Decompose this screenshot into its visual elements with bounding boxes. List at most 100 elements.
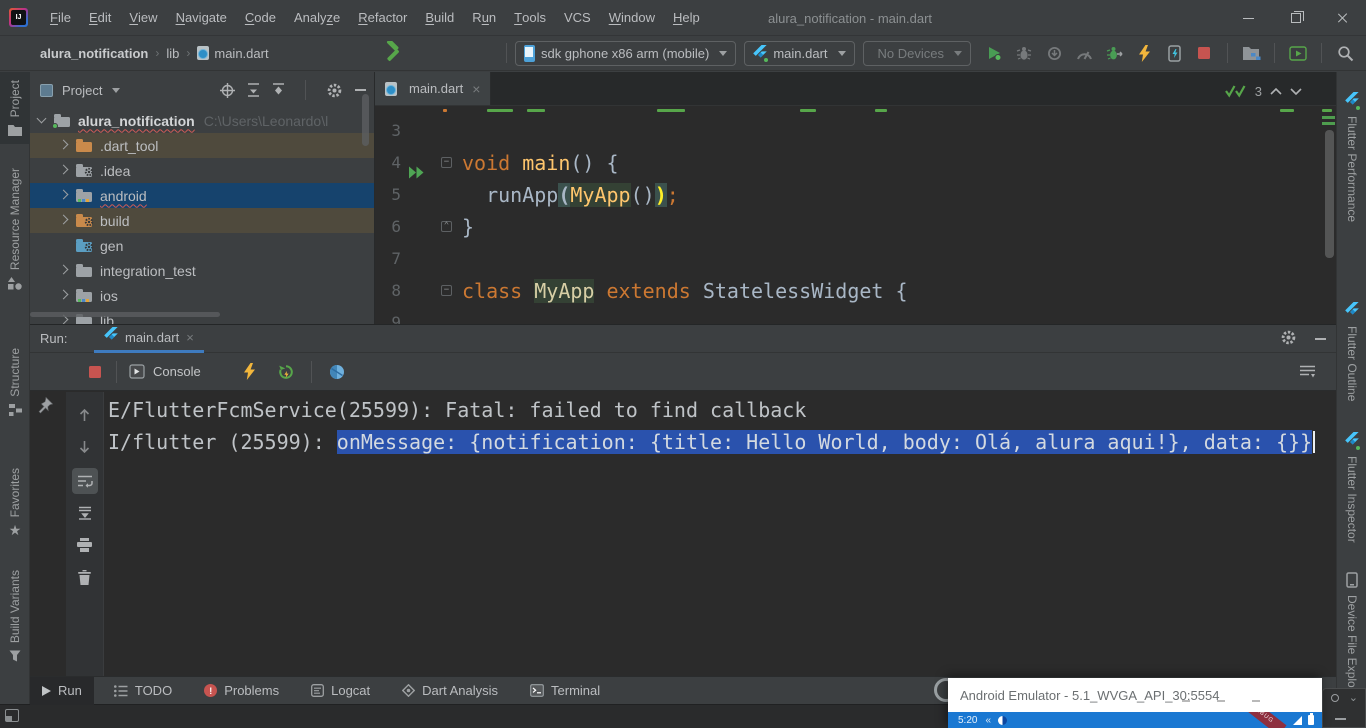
stripe-item-build-variants[interactable]: Build Variants — [0, 562, 30, 670]
menu-window[interactable]: Window — [600, 0, 664, 36]
tree-row-gen[interactable]: gen — [30, 233, 374, 258]
menu-help[interactable]: Help — [664, 0, 709, 36]
stripe-item-favorites[interactable]: Favorites★ — [0, 460, 30, 544]
settings-gear-icon[interactable] — [1280, 329, 1297, 349]
select-opened-file-button[interactable] — [220, 83, 235, 98]
editor-scrollbar[interactable] — [1325, 130, 1334, 258]
search-everywhere-button[interactable] — [1330, 38, 1360, 68]
android-emulator-window[interactable]: Android Emulator - 5.1_WVGA_API_30:5554 … — [948, 678, 1322, 728]
inspections-widget[interactable]: 3 — [1225, 84, 1302, 99]
expand-all-button[interactable] — [247, 83, 260, 97]
chevron-collapsed-icon[interactable] — [59, 140, 69, 150]
collapse-all-button[interactable] — [272, 83, 285, 97]
hot-restart-button[interactable] — [271, 357, 301, 387]
chevron-down-icon[interactable] — [1290, 88, 1302, 95]
minimize-button[interactable] — [1225, 0, 1272, 36]
menu-file[interactable]: File — [41, 0, 80, 36]
settings-button[interactable] — [326, 82, 343, 99]
menu-navigate[interactable]: Navigate — [167, 0, 236, 36]
tree-row-alura_notification[interactable]: alura_notificationC:\Users\Leonardo\l — [30, 108, 374, 133]
chevron-expanded-icon[interactable] — [37, 114, 47, 124]
tree-row-build[interactable]: build — [30, 208, 374, 233]
chevron-collapsed-icon[interactable] — [59, 215, 69, 225]
device-manager-button[interactable] — [1283, 38, 1313, 68]
editor-tab-main-dart[interactable]: main.dart × — [375, 72, 491, 105]
run-button[interactable] — [979, 38, 1009, 68]
stripe-item-flutter-performance[interactable]: Flutter Performance — [1337, 84, 1366, 230]
close-tab-icon[interactable]: × — [472, 81, 480, 97]
profiler-button[interactable] — [1069, 38, 1099, 68]
build-hammer-button[interactable] — [382, 41, 404, 68]
tree-row-idea[interactable]: .idea — [30, 158, 374, 183]
toolwindow-button-terminal[interactable]: Terminal — [518, 677, 612, 705]
chevron-up-icon[interactable] — [1270, 88, 1282, 95]
project-panel-title[interactable]: Project — [62, 83, 102, 98]
menu-tools[interactable]: Tools — [505, 0, 555, 36]
stripe-item-flutter-inspector[interactable]: Flutter Inspector — [1337, 424, 1366, 551]
menu-vcs[interactable]: VCS — [555, 0, 600, 36]
run-tab-main-dart[interactable]: main.dart × — [94, 325, 204, 353]
stripe-item-structure[interactable]: Structure — [0, 340, 30, 424]
hot-reload-button[interactable] — [235, 357, 265, 387]
console-options-button[interactable] — [1292, 357, 1322, 387]
tree-row-ios[interactable]: ios — [30, 283, 374, 308]
tree-row-android[interactable]: android — [30, 183, 374, 208]
emulator-title-bar[interactable]: Android Emulator - 5.1_WVGA_API_30:5554 — [948, 678, 1322, 712]
menu-run[interactable]: Run — [463, 0, 505, 36]
close-button[interactable] — [1319, 0, 1366, 36]
scroll-to-end-button[interactable] — [72, 500, 98, 526]
chevron-down-icon[interactable] — [112, 88, 120, 93]
menu-code[interactable]: Code — [236, 0, 285, 36]
menu-refactor[interactable]: Refactor — [349, 0, 416, 36]
chevron-collapsed-icon[interactable] — [59, 265, 69, 275]
console-tab[interactable]: Console — [123, 353, 207, 390]
fold-open-icon[interactable]: − — [441, 285, 452, 296]
tool-window-dock-icon[interactable] — [5, 709, 19, 722]
open-devtools-button[interactable] — [322, 357, 352, 387]
breadcrumb-project[interactable]: alura_notification — [40, 46, 148, 61]
hide-panel-icon[interactable] — [355, 89, 366, 91]
run-config-dropdown[interactable]: main.dart — [744, 41, 854, 66]
close-tab-icon[interactable]: × — [186, 330, 194, 345]
tree-row-dart_tool[interactable]: .dart_tool — [30, 133, 374, 158]
chevron-collapsed-icon[interactable] — [59, 290, 69, 300]
stripe-item-resource-manager[interactable]: Resource Manager — [0, 160, 30, 298]
tree-vertical-scrollbar[interactable] — [362, 94, 369, 146]
fold-close-icon[interactable]: ⌃ — [441, 221, 452, 232]
debug-button[interactable] — [1009, 38, 1039, 68]
scroll-up-button[interactable] — [72, 402, 98, 428]
code-editor[interactable]: 34−void main() {5 runApp(MyApp());6⌃}78−… — [375, 107, 1336, 324]
stop-button[interactable] — [80, 357, 110, 387]
attach-debugger-button[interactable] — [1039, 38, 1069, 68]
hide-panel-icon[interactable] — [1315, 338, 1326, 340]
stop-button[interactable] — [1189, 38, 1219, 68]
toolwindow-button-todo[interactable]: TODO — [102, 677, 184, 705]
toolwindow-button-dart-analysis[interactable]: Dart Analysis — [390, 677, 510, 705]
breadcrumb-lib[interactable]: lib — [166, 46, 179, 61]
hot-restart-button[interactable] — [1159, 38, 1189, 68]
soft-wrap-button[interactable] — [72, 468, 98, 494]
target-selector-dropdown[interactable]: No Devices — [863, 41, 971, 66]
menu-build[interactable]: Build — [416, 0, 463, 36]
console-output[interactable]: E/FlutterFcmService(25599): Fatal: faile… — [108, 394, 1332, 458]
hot-reload-button[interactable] — [1129, 38, 1159, 68]
toolwindow-button-problems[interactable]: !Problems — [192, 677, 291, 705]
scroll-down-button[interactable] — [72, 434, 98, 460]
menu-analyze[interactable]: Analyze — [285, 0, 349, 36]
project-structure-button[interactable] — [1236, 38, 1266, 68]
clear-button[interactable] — [72, 564, 98, 590]
toolwindow-button-logcat[interactable]: Logcat — [299, 677, 382, 705]
menu-view[interactable]: View — [120, 0, 166, 36]
toolwindow-button-run[interactable]: Run — [30, 677, 94, 705]
emulator-side-toolbar[interactable]: ⌄ — [1322, 688, 1366, 728]
stripe-item-project[interactable]: Project — [0, 72, 30, 144]
tree-row-integration_test[interactable]: integration_test — [30, 258, 374, 283]
device-selector-dropdown[interactable]: sdk gphone x86 arm (mobile) — [515, 41, 736, 66]
maximize-button[interactable] — [1272, 0, 1319, 36]
breadcrumb-file[interactable]: main.dart — [214, 46, 268, 61]
menu-edit[interactable]: Edit — [80, 0, 120, 36]
tree-horizontal-scrollbar[interactable] — [30, 312, 220, 317]
flutter-attach-button[interactable] — [1099, 38, 1129, 68]
chevron-collapsed-icon[interactable] — [59, 165, 69, 175]
fold-open-icon[interactable]: − — [441, 157, 452, 168]
